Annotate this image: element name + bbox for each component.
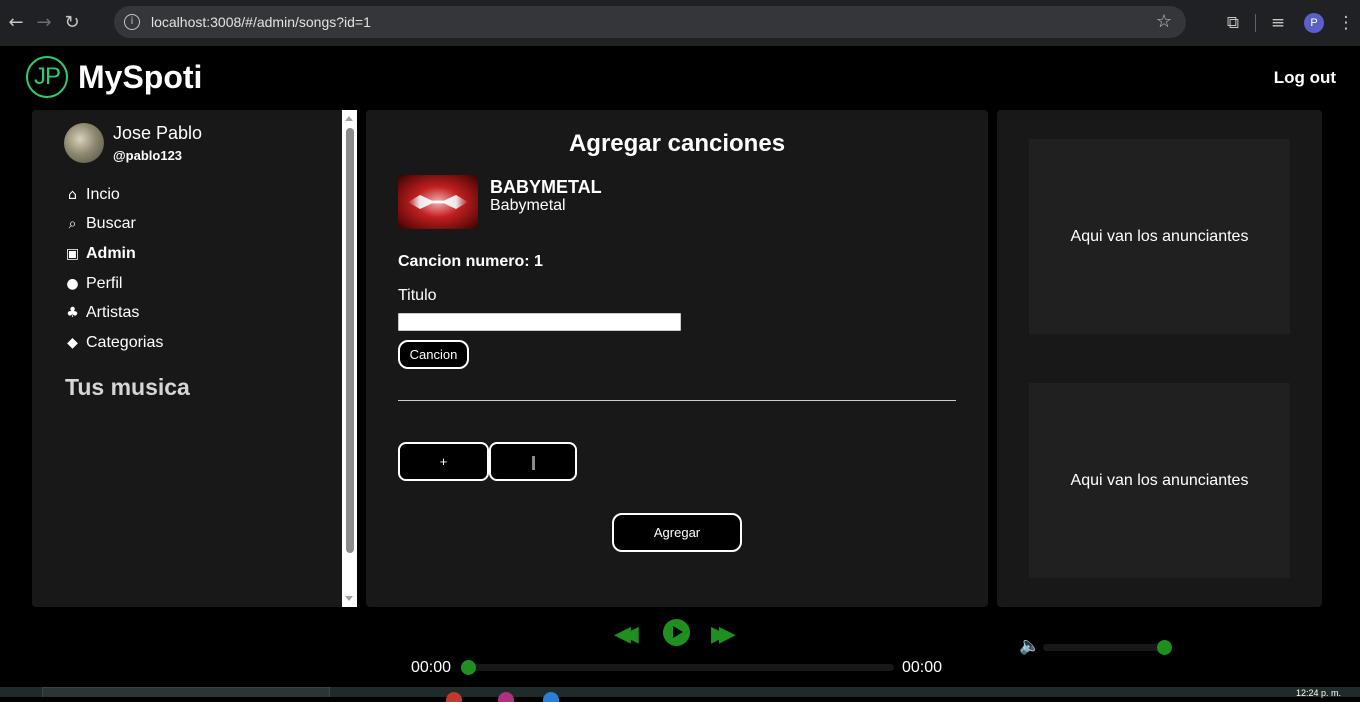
cancion-file-button[interactable]: Cancion [398, 340, 469, 369]
url-text[interactable]: localhost:3008/#/admin/songs?id=1 [151, 14, 371, 30]
taskbar-search[interactable] [42, 687, 330, 697]
bookmark-star-icon[interactable]: ☆ [1156, 11, 1172, 32]
title-input[interactable] [398, 313, 681, 331]
sidebar-item-label: Incio [86, 185, 120, 203]
address-bar[interactable]: i localhost:3008/#/admin/songs?id=1 ☆ [114, 6, 1186, 38]
play-icon [673, 626, 683, 638]
scroll-up-icon[interactable] [345, 116, 353, 121]
media-control-icon[interactable]: ≡ [1260, 13, 1296, 33]
song-number-label: Cancion numero: 1 [398, 253, 543, 270]
fast-forward-icon[interactable]: ▶▶ [711, 622, 736, 647]
menu-kebab-icon[interactable]: ⋮ [1332, 13, 1360, 33]
app-header: JP MySpoti Log out [0, 46, 1360, 110]
avatar [64, 123, 104, 163]
remove-song-button[interactable] [489, 442, 577, 481]
site-info-icon[interactable]: i [124, 14, 140, 30]
sidebar-item-buscar[interactable]: ⌕ Buscar [65, 210, 163, 240]
sidebar-item-label: Buscar [86, 215, 136, 233]
forward-icon[interactable]: → [33, 12, 55, 34]
volume-icon[interactable]: 🔈 [1019, 636, 1040, 656]
time-total: 00:00 [902, 659, 943, 676]
search-icon: ⌕ [68, 216, 77, 233]
toolbar-separator [1255, 14, 1256, 32]
profile-avatar[interactable]: P [1304, 13, 1324, 33]
user-icon: ● [66, 275, 79, 292]
page-title: Agregar canciones [568, 130, 786, 157]
sidebar-item-label: Admin [86, 244, 136, 262]
player-bar: ◀◀ ▶▶ 00:00 00:00 🔈 [0, 607, 1360, 687]
home-icon: ⌂ [68, 186, 77, 203]
play-button[interactable] [663, 619, 690, 646]
tag-icon: ◆ [67, 334, 78, 351]
sidebar-item-artistas[interactable]: ♣ Artistas [65, 298, 163, 328]
taskbar-app-icon[interactable] [543, 692, 559, 702]
sidebar: Jose Pablo @pablo123 ⌂ Incio ⌕ Buscar ▣ … [32, 110, 357, 607]
ads-panel: Aqui van los anunciantes Aqui van los an… [997, 110, 1322, 607]
user-handle: @pablo123 [113, 148, 183, 163]
title-field-label: Titulo [398, 287, 437, 304]
album-logo-graphic [408, 195, 468, 209]
album-cover [398, 175, 478, 229]
sidebar-item-categorias[interactable]: ◆ Categorias [65, 328, 163, 358]
volume-knob[interactable] [1157, 640, 1172, 655]
scroll-thumb[interactable] [346, 128, 354, 553]
reload-icon[interactable]: ↻ [61, 12, 83, 34]
taskbar-app-icon[interactable] [498, 692, 514, 702]
extensions-icon[interactable]: ⧉ [1215, 13, 1251, 33]
sidebar-item-inicio[interactable]: ⌂ Incio [65, 180, 163, 210]
section-title: Tus musica [65, 374, 190, 400]
remove-icon [531, 455, 535, 470]
users-icon: ♣ [66, 305, 79, 322]
album-artist: Babymetal [490, 197, 566, 214]
scroll-down-icon[interactable] [345, 596, 353, 601]
sidebar-scrollbar[interactable] [342, 110, 357, 607]
sidebar-item-label: Artistas [86, 304, 140, 322]
rewind-icon[interactable]: ◀◀ [614, 622, 639, 647]
main-panel: Agregar canciones BABYMETAL Babymetal Ca… [366, 110, 988, 607]
sidebar-item-label: Perfil [86, 274, 123, 292]
briefcase-icon: ▣ [65, 245, 80, 262]
browser-toolbar: ← → ↻ i localhost:3008/#/admin/songs?id=… [0, 0, 1360, 46]
album-title: BABYMETAL [490, 177, 602, 197]
progress-knob[interactable] [461, 660, 476, 675]
time-current: 00:00 [411, 659, 452, 676]
submit-button[interactable]: Agregar [612, 513, 742, 552]
progress-track[interactable] [467, 664, 894, 671]
back-icon[interactable]: ← [5, 12, 27, 34]
logout-link[interactable]: Log out [1274, 68, 1336, 88]
volume-track[interactable] [1043, 644, 1165, 651]
ad-slot[interactable]: Aqui van los anunciantes [1029, 139, 1290, 334]
divider [398, 400, 956, 401]
sidebar-item-admin[interactable]: ▣ Admin [65, 239, 163, 269]
ad-slot[interactable]: Aqui van los anunciantes [1029, 383, 1290, 578]
os-taskbar: 12:24 p. m. [0, 687, 1360, 702]
user-name: Jose Pablo [113, 123, 203, 143]
app-logo[interactable]: JP [26, 56, 68, 98]
sidebar-item-label: Categorias [86, 333, 164, 351]
sidebar-item-perfil[interactable]: ● Perfil [65, 269, 163, 299]
app-name: MySpoti [78, 59, 203, 95]
sidebar-nav: ⌂ Incio ⌕ Buscar ▣ Admin ● Perfil ♣ Arti… [65, 180, 164, 358]
add-song-button[interactable]: + [398, 442, 489, 481]
taskbar-app-icon[interactable] [446, 692, 462, 702]
